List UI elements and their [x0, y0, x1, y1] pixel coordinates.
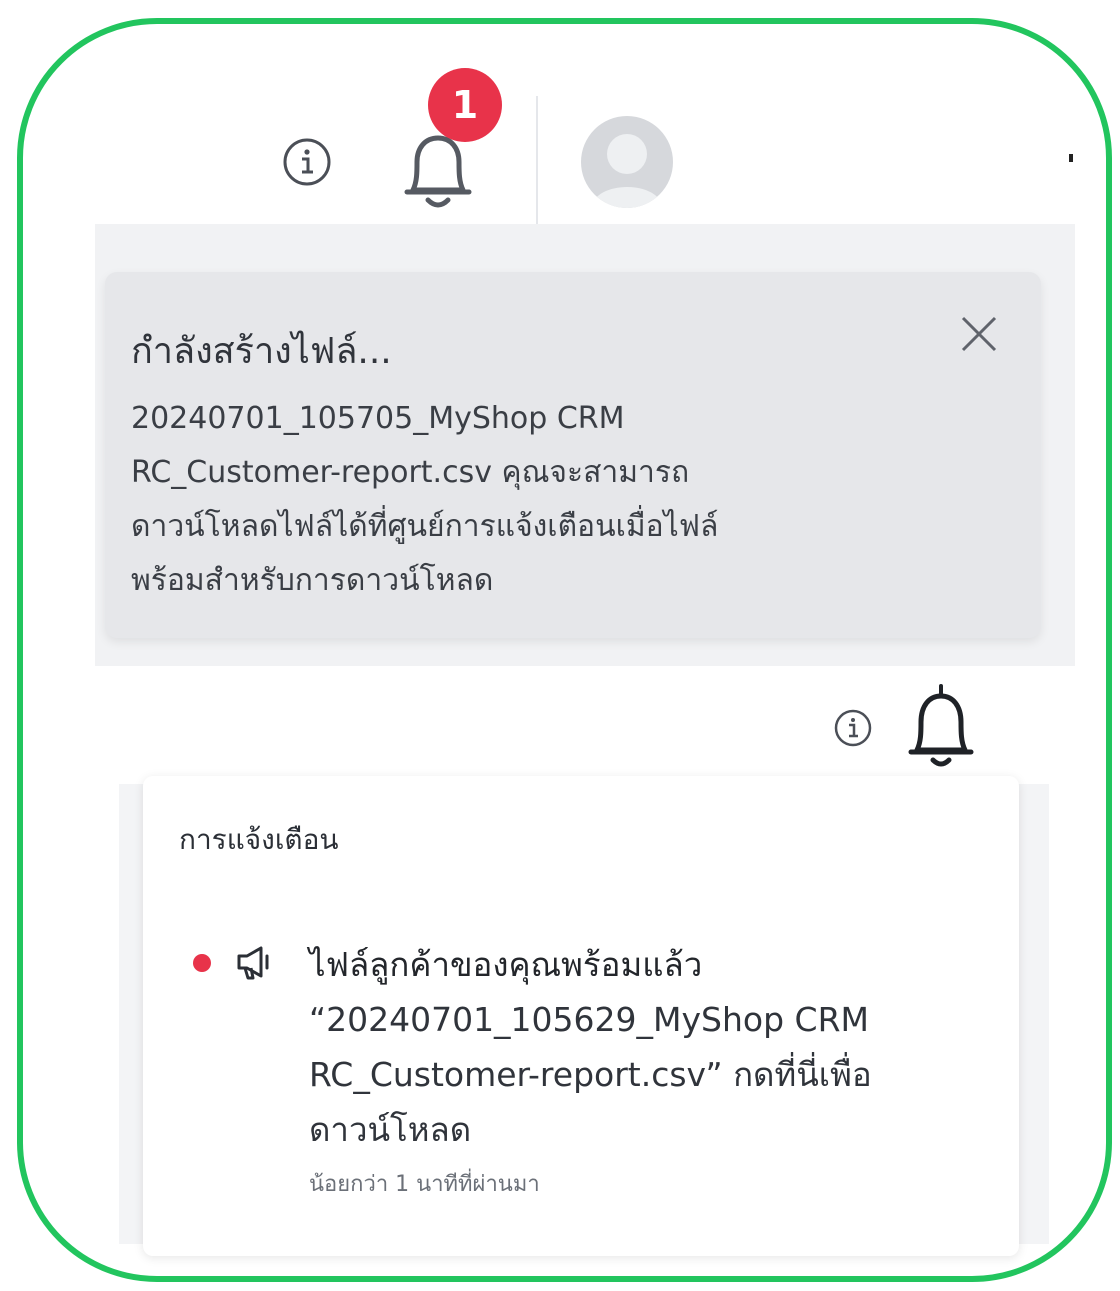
notification-item-title[interactable]: ไฟล์ลูกค้าของคุณพร้อมแล้ว [309, 938, 702, 991]
notification-panel-title: การแจ้งเตือน [179, 823, 339, 856]
notification-line: ดาวน์โหลด [309, 1110, 472, 1149]
screenshot-frame: 1 กำลังสร้างไฟล์... 20240701_105705_MySh… [17, 18, 1112, 1282]
info-icon[interactable] [279, 134, 335, 190]
notification-line: RC_Customer-report.csv” กดที่นี่เพื่อ [309, 1055, 872, 1094]
header-divider [536, 96, 538, 226]
notification-item-message[interactable]: “20240701_105629_MyShop CRM RC_Customer-… [309, 992, 949, 1157]
bell-icon [908, 684, 974, 767]
toast-line: 20240701_105705_MyShop CRM [131, 401, 625, 436]
toast-line: ดาวน์โหลดไฟล์ได้ที่ศูนย์การแจ้งเตือนเมื่… [131, 509, 719, 544]
notification-timestamp: น้อยกว่า 1 นาทีที่ผ่านมา [309, 1172, 540, 1197]
notification-line: “20240701_105629_MyShop CRM [309, 1000, 869, 1039]
avatar[interactable] [581, 116, 673, 208]
avatar-icon [591, 134, 663, 208]
toast-line: RC_Customer-report.csv คุณจะสามารถ [131, 455, 690, 490]
notification-count-badge: 1 [428, 68, 502, 142]
close-icon [961, 316, 997, 352]
toast-close-button[interactable] [959, 314, 999, 354]
toast-message: 20240701_105705_MyShop CRM RC_Customer-r… [131, 392, 891, 608]
unread-indicator [193, 954, 211, 972]
edge-marker [1069, 154, 1073, 162]
toast-line: พร้อมสำหรับการดาวน์โหลด [131, 563, 494, 598]
toast-title: กำลังสร้างไฟล์... [131, 331, 392, 372]
megaphone-icon [235, 942, 279, 982]
notification-bell-button-active[interactable] [899, 680, 983, 776]
info-icon[interactable] [831, 706, 875, 750]
